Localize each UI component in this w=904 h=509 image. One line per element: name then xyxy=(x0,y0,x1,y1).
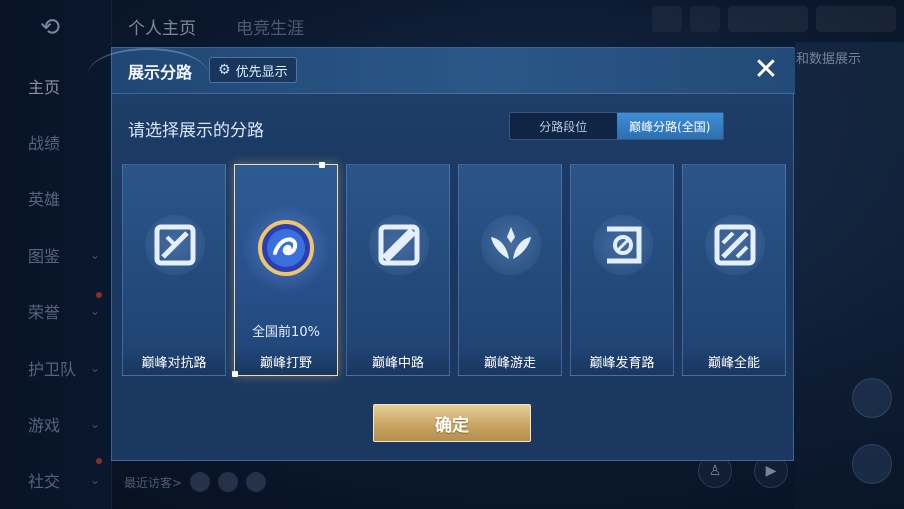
close-icon[interactable]: ✕ xyxy=(749,53,783,87)
lane-segment-control: 分路段位 巅峰分路(全国) xyxy=(509,112,724,140)
priority-display-button[interactable]: ⚙ 优先显示 xyxy=(209,57,297,83)
modal-subtitle: 请选择展示的分路 xyxy=(128,121,264,141)
farm-lane-icon xyxy=(593,215,653,275)
role-card-jungle[interactable]: 全国前10% 巅峰打野 xyxy=(232,162,338,377)
all-round-icon xyxy=(705,215,765,275)
role-card-label: 巅峰游走 xyxy=(459,347,561,375)
selection-corner xyxy=(232,371,238,377)
clash-lane-icon xyxy=(145,215,205,275)
roam-wings-icon xyxy=(481,215,541,275)
confirm-button[interactable]: 确定 xyxy=(373,404,531,442)
role-card-label: 巅峰打野 xyxy=(235,347,337,375)
jungle-dragon-emblem-icon xyxy=(241,203,331,293)
display-lane-modal: 展示分路 ⚙ 优先显示 ✕ 请选择展示的分路 分路段位 巅峰分路(全国) 巅峰对… xyxy=(88,47,795,461)
role-card-mid-lane[interactable]: 巅峰中路 xyxy=(346,164,450,376)
role-card-label: 巅峰全能 xyxy=(683,347,785,375)
priority-display-label: 优先显示 xyxy=(235,64,288,80)
segment-lane-rank[interactable]: 分路段位 xyxy=(510,113,617,139)
role-card-farm-lane[interactable]: 巅峰发育路 xyxy=(570,164,674,376)
role-card-label: 巅峰发育路 xyxy=(571,347,673,375)
selection-corner xyxy=(319,162,325,168)
role-card-label: 巅峰中路 xyxy=(347,347,449,375)
role-card-clash-lane[interactable]: 巅峰对抗路 xyxy=(122,164,226,376)
role-card-label: 巅峰对抗路 xyxy=(123,347,225,375)
modal-title: 展示分路 xyxy=(128,63,193,82)
role-card-roam[interactable]: 巅峰游走 xyxy=(458,164,562,376)
mid-lane-icon xyxy=(369,215,429,275)
modal-header: 展示分路 ⚙ 优先显示 ✕ xyxy=(88,48,795,94)
segment-peak-lane-national[interactable]: 巅峰分路(全国) xyxy=(616,113,723,139)
role-card-all-round[interactable]: 巅峰全能 xyxy=(682,164,786,376)
gear-icon: ⚙ xyxy=(218,62,231,78)
role-rank-text: 全国前10% xyxy=(252,325,320,340)
